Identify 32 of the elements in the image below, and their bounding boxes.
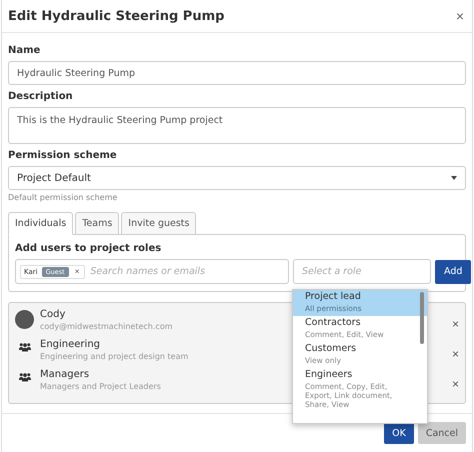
tab[interactable]: Teams: [75, 212, 120, 235]
field-label: Name: [8, 45, 42, 56]
member-name: Cody: [40, 309, 66, 320]
group-icon: [19, 372, 31, 382]
ok-button[interactable]: OK: [384, 422, 414, 444]
add-button[interactable]: Add: [435, 260, 472, 284]
group-icon: [19, 342, 31, 352]
close-button[interactable]: ×: [456, 8, 464, 24]
member-detail: Engineering and project design team: [40, 352, 188, 361]
remove-chip-button[interactable]: ×: [72, 267, 82, 276]
tab[interactable]: Individuals: [8, 212, 74, 235]
field-label: Permission scheme: [8, 150, 118, 161]
member-detail: cody@midwestmachinetech.com: [40, 322, 173, 331]
member-detail: Managers and Project Leaders: [40, 382, 161, 391]
name-field[interactable]: Hydraulic Steering Pump: [8, 61, 466, 85]
avatar-icon: [15, 310, 34, 329]
dialog-title: Edit Hydraulic Steering Pump: [8, 8, 224, 24]
hint-text: Default permission scheme: [8, 193, 118, 202]
tab[interactable]: Invite guests: [121, 212, 196, 235]
role-field[interactable]: Select a role: [293, 259, 431, 284]
scrollbar[interactable]: [420, 292, 424, 344]
section-label: Add users to project roles: [15, 243, 162, 254]
remove-button[interactable]: ×: [452, 347, 459, 361]
field-label: Description: [8, 91, 74, 102]
remove-button[interactable]: ×: [452, 317, 459, 331]
member-name: Managers: [40, 369, 90, 380]
remove-button[interactable]: ×: [452, 377, 459, 391]
caret-icon: [451, 176, 457, 180]
member-name: Engineering: [40, 339, 100, 350]
description-field[interactable]: This is the Hydraulic Steering Pump project: [8, 107, 466, 144]
permission-select[interactable]: Project Default: [8, 166, 466, 190]
cancel-button[interactable]: Cancel: [418, 422, 466, 444]
